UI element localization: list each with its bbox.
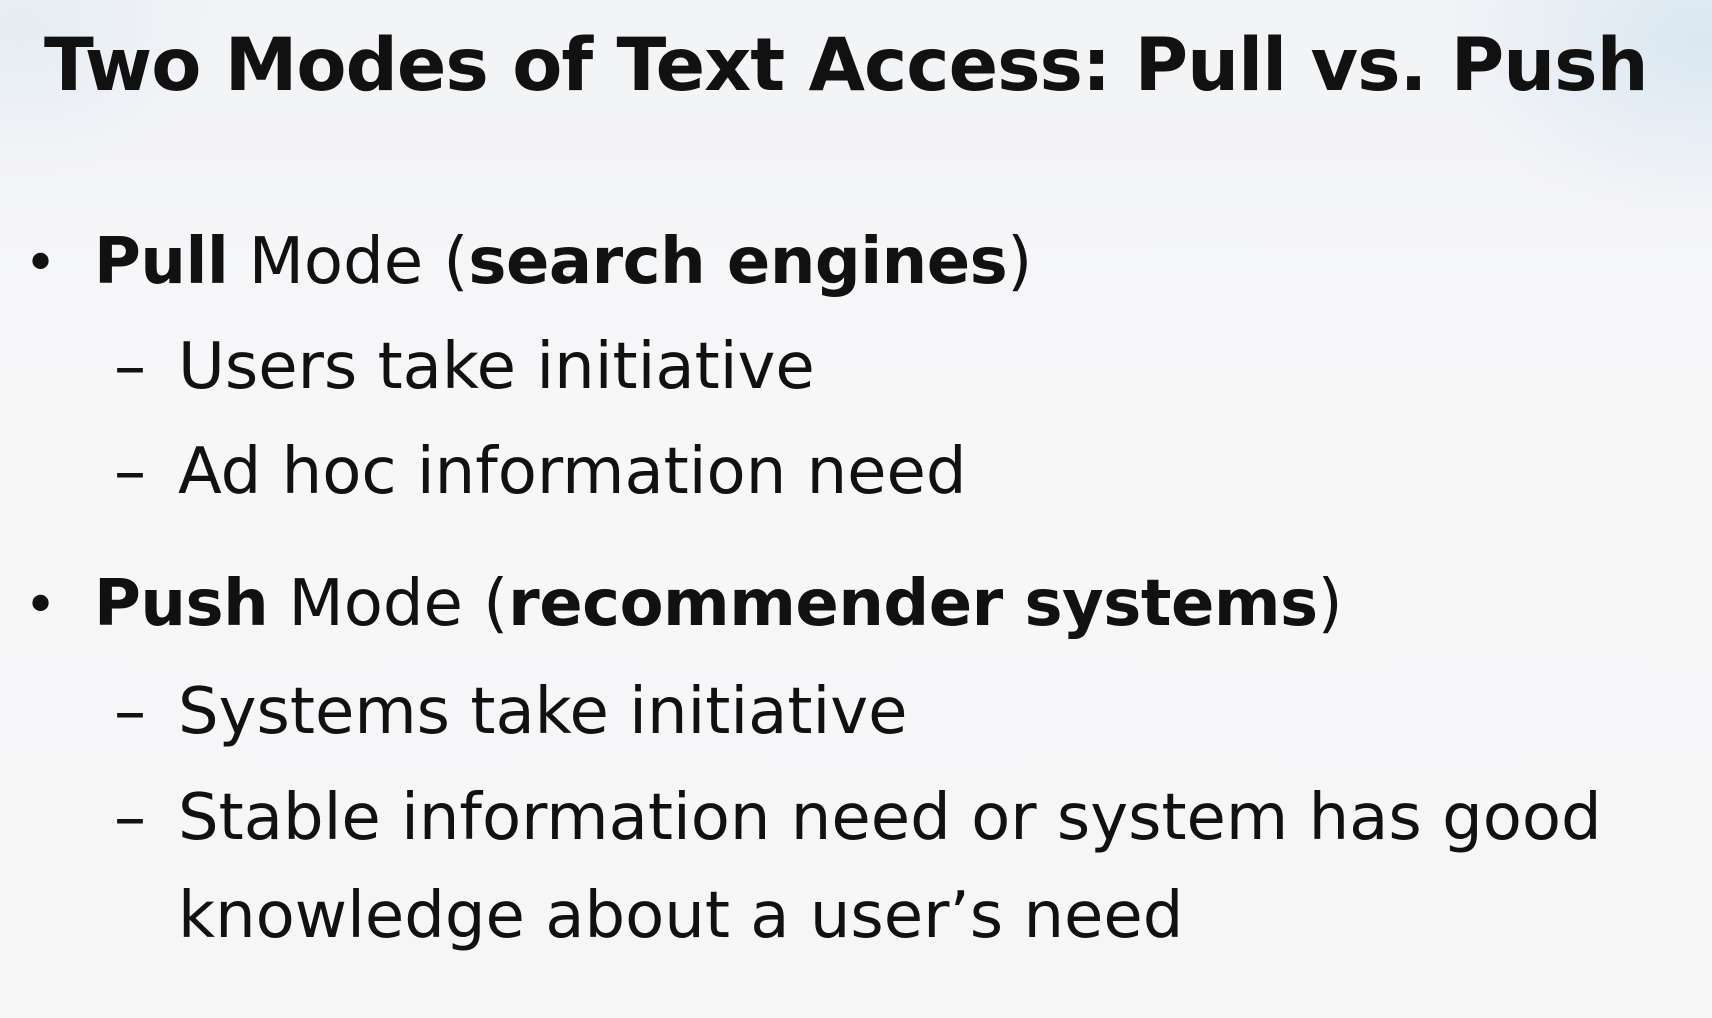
dash-pull-2: – — [114, 435, 146, 509]
push-close-paren: ) — [1317, 567, 1343, 641]
dash-push-2: – — [114, 781, 146, 855]
pull-label: Pull — [94, 225, 229, 299]
sub-bullet-stable-need-line1: Stable information need or system has go… — [178, 781, 1602, 855]
push-label: Push — [94, 567, 269, 641]
slide-title: Two Modes of Text Access: Pull vs. Push — [44, 23, 1649, 108]
bullet-pull-mode: Pull Mode (search engines) — [94, 222, 1032, 302]
sub-bullet-ad-hoc-need: Ad hoc information need — [178, 435, 967, 509]
sub-bullet-stable-need-line2: knowledge about a user’s need — [178, 879, 1184, 953]
pull-mode-word: Mode ( — [228, 225, 469, 299]
push-examples: recommender systems — [508, 567, 1318, 641]
sub-bullet-users-initiative: Users take initiative — [178, 330, 815, 404]
pull-examples: search engines — [468, 225, 1008, 299]
dash-push-1: – — [114, 675, 146, 749]
bullet-push-mode: Push Mode (recommender systems) — [94, 564, 1343, 644]
pull-close-paren: ) — [1007, 225, 1033, 299]
bullet-dot-pull: • — [24, 231, 58, 296]
slide: Two Modes of Text Access: Pull vs. Push … — [0, 0, 1712, 1018]
push-mode-word: Mode ( — [268, 567, 509, 641]
bullet-dot-push: • — [24, 573, 58, 638]
sub-bullet-systems-initiative: Systems take initiative — [178, 675, 908, 749]
dash-pull-1: – — [114, 330, 146, 404]
